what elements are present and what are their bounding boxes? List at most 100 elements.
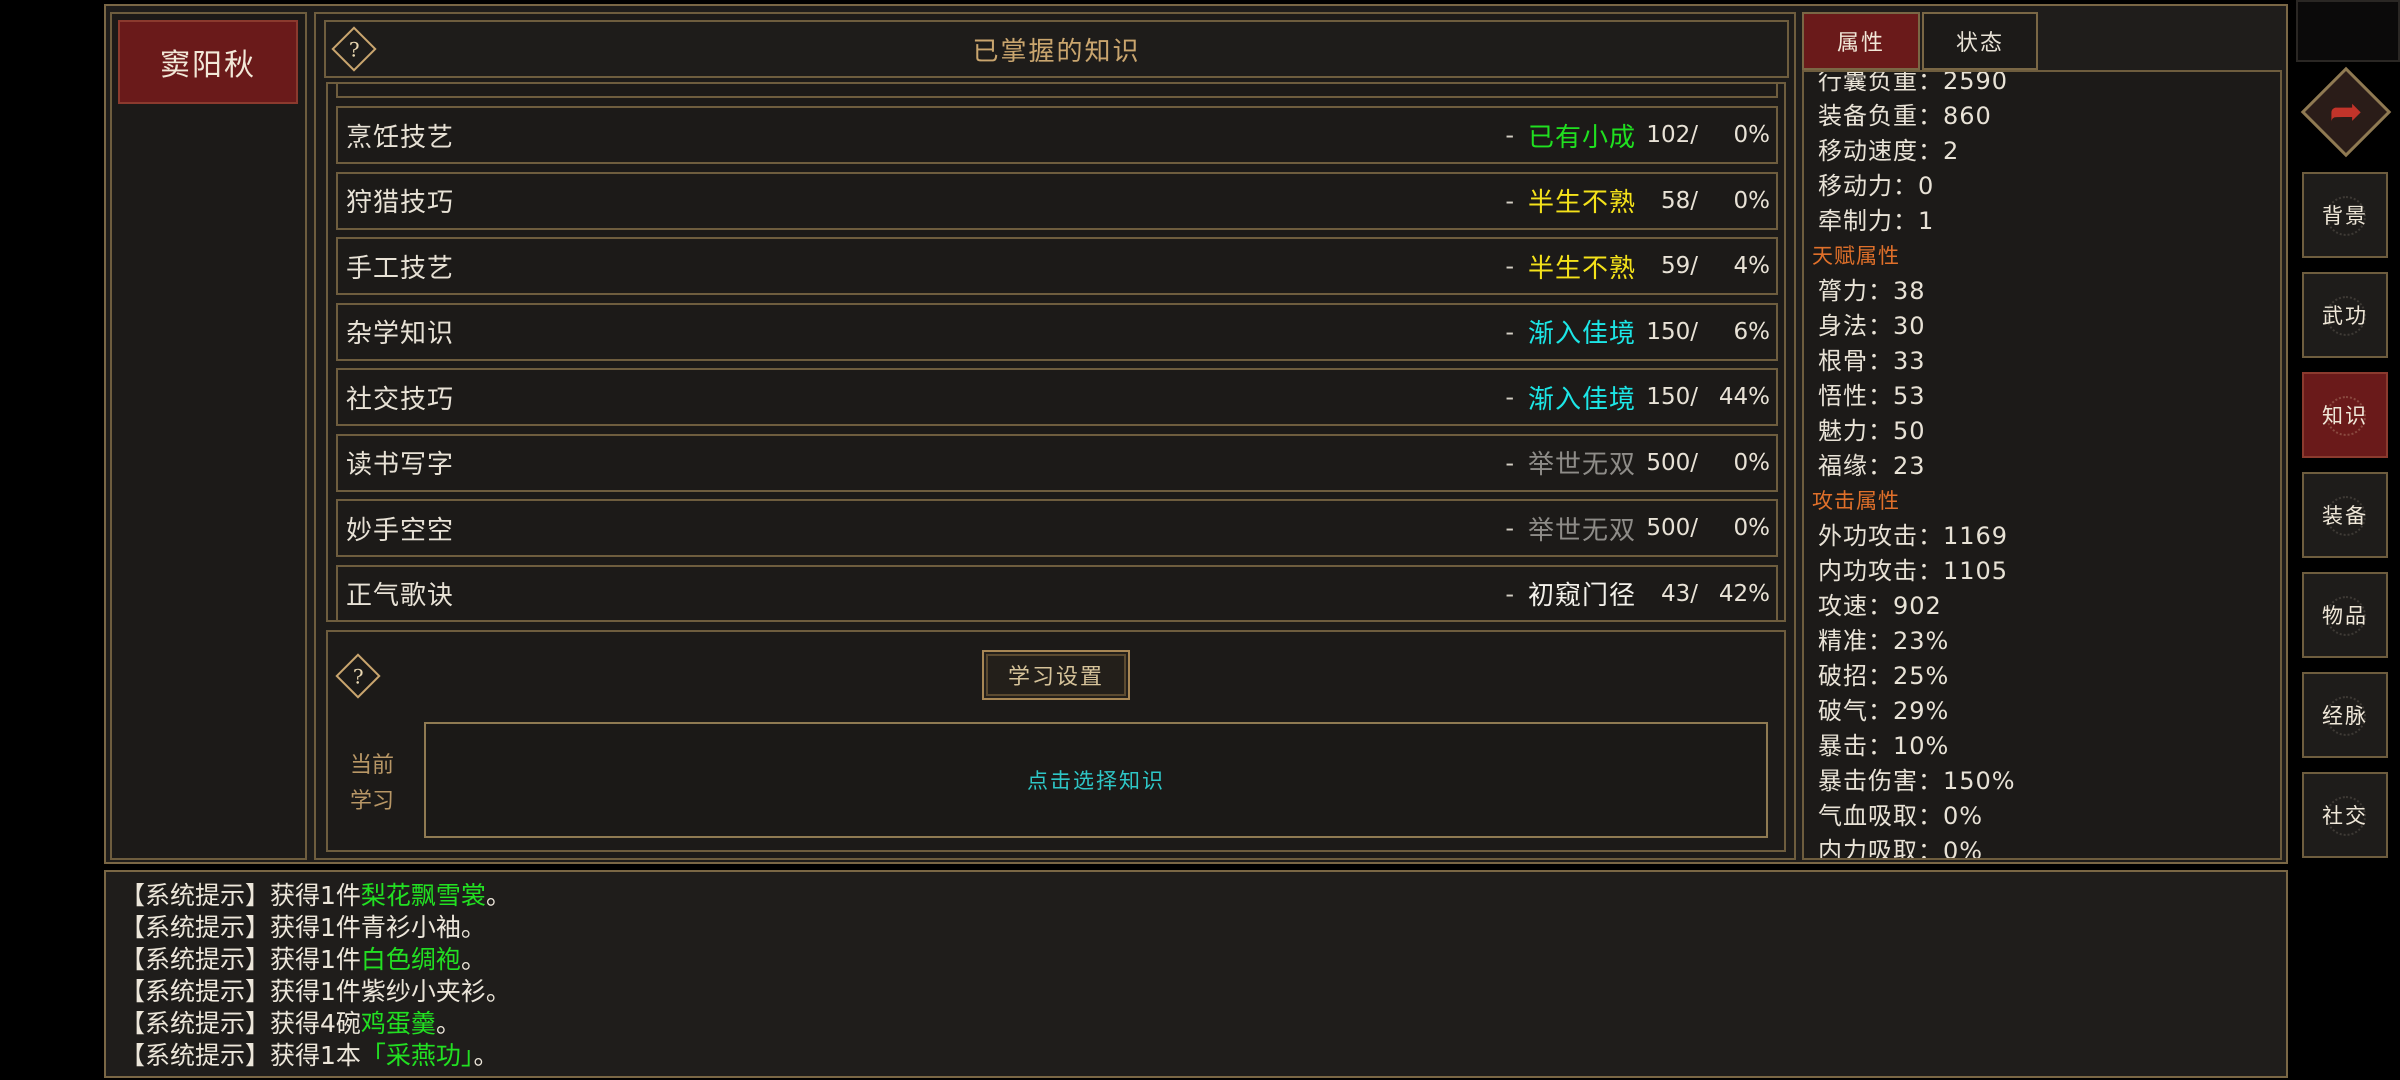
attribute-line: 福缘：23 xyxy=(1818,452,1926,480)
list-item[interactable]: 狩猎技巧 - 半生不熟 58/0% xyxy=(336,171,1778,230)
tab-status[interactable]: 状态 xyxy=(1922,12,2038,70)
select-knowledge-box[interactable]: 点击选择知识 xyxy=(424,722,1768,838)
knowledge-title: 已掌握的知识 xyxy=(972,36,1141,67)
attribute-line: 根骨：33 xyxy=(1818,347,1926,375)
knowledge-progress: 0% xyxy=(1733,449,1771,476)
attributes-list: 行囊负重：2590 装备负重：860 移动速度：2 移动力：0 牵制力：1 天赋属性 膂力：… xyxy=(1812,70,2016,860)
nav-label: 装备 xyxy=(2322,504,2368,528)
nav-button[interactable]: 装备 xyxy=(2302,472,2388,558)
knowledge-name: 烹饪技艺 xyxy=(346,122,455,153)
attribute-line: 装备负重：860 xyxy=(1818,102,1992,130)
attribute-line: 破气：29% xyxy=(1818,697,1950,725)
log-item-highlight: 「采燕功」 xyxy=(360,1041,474,1070)
section-attack: 攻击属性 xyxy=(1812,489,1900,513)
list-item[interactable]: 正气歌诀 - 初窥门径 43/42% xyxy=(336,564,1778,620)
nav-label: 知识 xyxy=(2322,404,2368,428)
help-icon[interactable]: ? xyxy=(335,653,381,699)
knowledge-value: 500/ xyxy=(1646,449,1698,476)
knowledge-name: 妙手空空 xyxy=(346,515,455,546)
log-line: 【系统提示】获得1件白色绸袍。 xyxy=(120,940,486,976)
knowledge-name: 狩猎技巧 xyxy=(346,188,455,218)
log-item-highlight: 梨花飘雪裳 xyxy=(360,881,486,910)
knowledge-value: 150/ xyxy=(1646,318,1698,345)
attribute-line: 内功攻击：1105 xyxy=(1818,557,2009,585)
system-log: 【系统提示】获得1件梨花飘雪裳。 【系统提示】获得1件青衫小袖。 【系统提示】获得1… xyxy=(104,870,2288,1078)
knowledge-progress: 0% xyxy=(1733,187,1771,214)
nav-button[interactable]: 经脉 xyxy=(2302,672,2388,758)
attribute-line: 身法：30 xyxy=(1818,312,1926,340)
nav-button[interactable]: 知识 xyxy=(2302,372,2388,458)
list-item[interactable]: 妙手空空 - 举世无双 500/0% xyxy=(336,499,1778,557)
attribute-line: 精准：23% xyxy=(1818,627,1950,655)
list-item[interactable]: 社交技巧 - 渐入佳境 150/44% xyxy=(336,368,1778,426)
knowledge-name: 社交技巧 xyxy=(346,384,455,415)
attributes-panel[interactable]: 行囊负重：2590 装备负重：860 移动速度：2 移动力：0 牵制力：1 天赋属性 膂力：… xyxy=(1802,70,2282,860)
nav-label: 物品 xyxy=(2322,604,2368,628)
attribute-line: 移动力：0 xyxy=(1818,172,1935,200)
knowledge-level: 半生不熟 xyxy=(1527,188,1636,218)
nav-button[interactable]: 社交 xyxy=(2302,772,2388,858)
log-text: 。 xyxy=(473,1041,499,1070)
separator-dash: - xyxy=(1505,383,1514,411)
attribute-line: 内力吸取：0% xyxy=(1818,837,1984,860)
knowledge-level: 举世无双 xyxy=(1527,515,1636,546)
knowledge-value: 58/ xyxy=(1660,187,1698,214)
log-item-highlight: 鸡蛋羹 xyxy=(360,1009,436,1038)
top-right-strip xyxy=(2296,0,2400,62)
knowledge-name: 手工技艺 xyxy=(346,253,455,284)
attribute-line: 破招：25% xyxy=(1818,662,1950,690)
log-text: 【系统提示】获得1件 xyxy=(120,881,361,910)
knowledge-name: 读书写字 xyxy=(346,450,455,480)
log-text: 【系统提示】获得4碗 xyxy=(120,1009,361,1038)
nav-label: 背景 xyxy=(2322,204,2368,228)
knowledge-value: 59/ xyxy=(1660,253,1698,279)
attribute-line: 暴击伤害：150% xyxy=(1818,767,2016,795)
knowledge-header: ? 已掌握的知识 xyxy=(324,20,1789,78)
knowledge-level: 半生不熟 xyxy=(1527,253,1636,284)
list-item-partial xyxy=(336,84,1778,98)
character-button[interactable]: 窦阳秋 xyxy=(118,20,298,104)
attribute-line: 行囊负重：2590 xyxy=(1818,70,2009,95)
separator-dash: - xyxy=(1505,252,1514,280)
knowledge-progress: 4% xyxy=(1733,253,1771,279)
nav-label: 经脉 xyxy=(2322,704,2368,728)
separator-dash: - xyxy=(1505,448,1514,477)
nav-button[interactable]: 背景 xyxy=(2302,172,2388,258)
log-text: 【系统提示】获得1件 xyxy=(120,945,361,974)
separator-dash: - xyxy=(1505,317,1514,346)
knowledge-progress: 6% xyxy=(1733,318,1771,345)
log-text: 【系统提示】获得1件青衫小袖。 xyxy=(120,913,486,942)
attribute-line: 暴击：10% xyxy=(1818,732,1950,760)
nav-label: 武功 xyxy=(2322,304,2368,328)
attribute-line: 膂力：38 xyxy=(1818,277,1926,305)
nav-button[interactable]: 物品 xyxy=(2302,572,2388,658)
character-list xyxy=(110,12,307,860)
log-item-highlight: 白色绸袍 xyxy=(360,945,461,974)
separator-dash: - xyxy=(1505,186,1514,215)
exit-icon[interactable]: ➦ xyxy=(2300,66,2392,158)
attribute-line: 外功攻击：1169 xyxy=(1818,522,2009,550)
tab-attributes[interactable]: 属性 xyxy=(1802,12,1920,70)
attribute-line: 悟性：53 xyxy=(1818,382,1926,410)
separator-dash: - xyxy=(1505,121,1514,149)
knowledge-level: 已有小成 xyxy=(1527,122,1636,153)
list-item[interactable]: 杂学知识 - 渐入佳境 150/6% xyxy=(336,302,1778,361)
list-item[interactable]: 手工技艺 - 半生不熟 59/4% xyxy=(336,237,1778,295)
study-settings-button[interactable]: 学习设置 xyxy=(982,650,1130,700)
list-item[interactable]: 读书写字 - 举世无双 500/0% xyxy=(336,433,1778,492)
list-item[interactable]: 烹饪技艺 - 已有小成 102/0% xyxy=(336,106,1778,164)
log-line: 【系统提示】获得1本「采燕功」。 xyxy=(120,1036,498,1072)
log-line: 【系统提示】获得1件梨花飘雪裳。 xyxy=(120,876,511,912)
knowledge-progress: 0% xyxy=(1733,515,1771,541)
knowledge-value: 102/ xyxy=(1646,122,1698,148)
attribute-line: 移动速度：2 xyxy=(1818,137,1960,165)
attribute-line: 魅力：50 xyxy=(1818,417,1926,445)
nav-label: 社交 xyxy=(2322,804,2368,828)
log-line: 【系统提示】获得1件紫纱小夹衫。 xyxy=(120,972,511,1008)
nav-button[interactable]: 武功 xyxy=(2302,272,2388,358)
current-study-label: 当前 学习 xyxy=(349,753,394,814)
log-text: 【系统提示】获得1本 xyxy=(120,1041,361,1070)
knowledge-progress: 0% xyxy=(1733,122,1771,148)
log-text: 。 xyxy=(435,1009,461,1038)
knowledge-list[interactable]: 烹饪技艺 - 已有小成 102/0% 狩猎技巧 - 半生不熟 58/0% 手工技艺 - 半生不熟 59… xyxy=(326,82,1786,622)
